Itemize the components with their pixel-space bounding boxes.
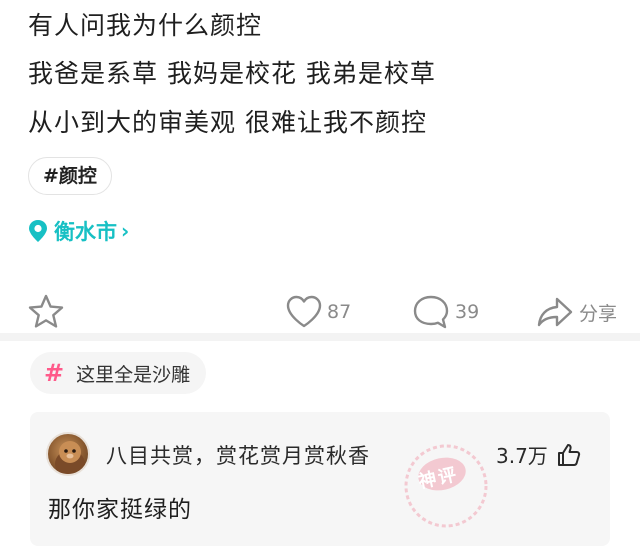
comment-like-count: 3.7万 bbox=[496, 444, 548, 468]
comment-text: 那你家挺绿的 bbox=[48, 497, 192, 523]
comment-author[interactable]: 八目共赏，赏花赏月赏秋香 bbox=[106, 440, 370, 470]
action-bar: 87 39 分享 bbox=[0, 292, 640, 336]
thumbs-up-icon bbox=[557, 443, 580, 466]
comment-like-button[interactable]: 3.7万 bbox=[496, 440, 582, 469]
location-link[interactable]: 衡水市 › bbox=[28, 216, 129, 246]
location-label: 衡水市 bbox=[54, 220, 117, 244]
hashtag-chip[interactable]: #颜控 bbox=[28, 157, 112, 195]
share-button[interactable]: 分享 bbox=[535, 292, 617, 332]
topic-hash-icon: # bbox=[44, 359, 65, 387]
post-text-line-3: 从小到大的审美观 很难让我不颜控 bbox=[28, 108, 427, 137]
comment-count: 39 bbox=[455, 301, 480, 323]
avatar[interactable] bbox=[46, 432, 90, 476]
like-count: 87 bbox=[327, 301, 352, 323]
favorite-button[interactable] bbox=[26, 292, 70, 332]
comment-bubble-icon bbox=[413, 295, 449, 329]
heart-icon bbox=[286, 295, 322, 328]
like-button[interactable]: 87 bbox=[285, 292, 351, 332]
topic-label: 这里全是沙雕 bbox=[76, 363, 191, 386]
star-icon bbox=[28, 294, 64, 328]
chevron-right-icon: › bbox=[121, 219, 130, 243]
post-text-line-1: 有人问我为什么颜控 bbox=[28, 11, 263, 40]
section-divider bbox=[0, 333, 640, 341]
share-arrow-icon bbox=[537, 297, 573, 327]
topic-chip[interactable]: # 这里全是沙雕 bbox=[30, 352, 207, 394]
share-label: 分享 bbox=[579, 302, 618, 325]
top-comment-card[interactable]: 八目共赏，赏花赏月赏秋香 神评 3.7万 那你家挺绿的 bbox=[30, 412, 610, 546]
post: 有人问我为什么颜控 我爸是系草 我妈是校花 我弟是校草 从小到大的审美观 很难让… bbox=[0, 0, 640, 334]
comment-button[interactable]: 39 bbox=[411, 292, 479, 332]
location-pin-icon bbox=[29, 220, 47, 242]
post-text-line-2: 我爸是系草 我妈是校花 我弟是校草 bbox=[28, 59, 436, 88]
